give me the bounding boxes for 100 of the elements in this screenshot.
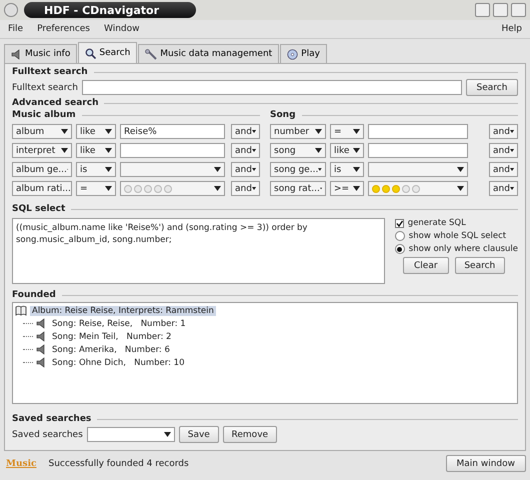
radio-label: show only where clausule bbox=[408, 244, 518, 254]
caret-icon bbox=[510, 167, 514, 172]
caret-icon bbox=[252, 186, 256, 191]
tree-item[interactable]: Album: Reise Reise, Interprets: Rammstein bbox=[30, 306, 216, 316]
search-button[interactable]: Search bbox=[454, 257, 505, 274]
operator-dropdown[interactable]: = bbox=[76, 181, 116, 196]
rating-dropdown[interactable] bbox=[120, 181, 225, 196]
conjunction-dropdown[interactable]: and bbox=[489, 124, 518, 139]
status-message: Successfully founded 4 records bbox=[48, 458, 189, 468]
operator-dropdown[interactable]: like bbox=[76, 124, 116, 139]
operator-dropdown[interactable]: = bbox=[330, 124, 364, 139]
window-title: HDF - CDnavigator bbox=[24, 2, 196, 18]
clear-button[interactable]: Clear bbox=[402, 257, 449, 274]
caret-icon bbox=[353, 129, 360, 134]
field-dropdown[interactable]: interpret bbox=[12, 143, 72, 158]
main-window-button[interactable]: Main window bbox=[446, 455, 526, 472]
speaker-icon bbox=[36, 357, 47, 368]
caret-icon bbox=[105, 167, 112, 172]
minimize-button[interactable] bbox=[475, 3, 490, 17]
remove-button[interactable]: Remove bbox=[222, 426, 277, 443]
caret-icon bbox=[353, 186, 360, 191]
caret-icon bbox=[510, 186, 514, 191]
radio-button[interactable] bbox=[394, 244, 405, 254]
window-menu-button[interactable] bbox=[4, 3, 18, 17]
disc-icon bbox=[287, 48, 298, 60]
radio-label: show whole SQL select bbox=[408, 231, 506, 241]
menu-item[interactable]: Window bbox=[104, 24, 140, 34]
conjunction-dropdown[interactable]: and bbox=[489, 162, 518, 177]
caret-icon bbox=[510, 129, 514, 134]
maximize-button[interactable] bbox=[493, 3, 508, 17]
value-dropdown[interactable] bbox=[368, 162, 468, 177]
field-label: Saved searches bbox=[12, 430, 83, 440]
caret-icon bbox=[61, 148, 68, 153]
tree-item[interactable]: Song: Reise, Reise, Number: 1 bbox=[50, 318, 188, 328]
field-dropdown[interactable]: song bbox=[270, 143, 326, 158]
field-dropdown[interactable]: number bbox=[270, 124, 326, 139]
value-field[interactable] bbox=[368, 124, 468, 139]
value-field[interactable] bbox=[368, 143, 468, 158]
tree-item[interactable]: Song: Mein Teil, Number: 2 bbox=[50, 332, 174, 342]
tree-item[interactable]: Song: Amerika, Number: 6 bbox=[50, 344, 172, 354]
caret-icon bbox=[164, 432, 171, 437]
field-dropdown[interactable]: song rat... bbox=[270, 181, 326, 196]
operator-dropdown[interactable]: is bbox=[330, 162, 364, 177]
caret-icon bbox=[315, 129, 322, 134]
value-field[interactable] bbox=[120, 143, 225, 158]
field-label: Fulltext search bbox=[12, 82, 78, 92]
caret-icon bbox=[252, 129, 256, 134]
caret-icon bbox=[353, 148, 360, 153]
generate-sql-checkbox[interactable] bbox=[394, 218, 404, 228]
caret-icon bbox=[510, 148, 514, 153]
conjunction-dropdown[interactable]: and bbox=[231, 181, 260, 196]
speaker-icon bbox=[36, 344, 47, 355]
tab[interactable]: Search bbox=[78, 42, 138, 63]
menu-item[interactable]: File bbox=[8, 24, 24, 34]
section-heading: Fulltext search bbox=[12, 67, 88, 77]
caret-icon bbox=[214, 167, 221, 172]
caret-icon bbox=[353, 167, 360, 172]
conjunction-dropdown[interactable]: and bbox=[489, 181, 518, 196]
search-button[interactable]: Search bbox=[466, 79, 518, 96]
fulltext-search-field[interactable] bbox=[82, 80, 462, 95]
wrench-icon bbox=[145, 48, 158, 60]
caret-icon bbox=[105, 129, 112, 134]
tab[interactable]: Music data management bbox=[138, 44, 280, 63]
field-dropdown[interactable]: album bbox=[12, 124, 72, 139]
sql-text-area[interactable]: ((music_album.name like 'Reise%') and (song.rating >= 3)) order by song.music_album_id, song.number; bbox=[12, 218, 385, 284]
caret-icon bbox=[105, 186, 112, 191]
operator-dropdown[interactable]: >= bbox=[330, 181, 364, 196]
conjunction-dropdown[interactable]: and bbox=[231, 162, 260, 177]
rating-dropdown[interactable] bbox=[368, 181, 468, 196]
tab[interactable]: Music info bbox=[4, 44, 78, 63]
save-button[interactable]: Save bbox=[178, 426, 219, 443]
group-heading: Music album bbox=[12, 110, 76, 120]
conjunction-dropdown[interactable]: and bbox=[489, 143, 518, 158]
field-dropdown[interactable]: album ge... bbox=[12, 162, 72, 177]
search-icon bbox=[85, 48, 96, 58]
book-icon bbox=[15, 305, 27, 316]
operator-dropdown[interactable]: like bbox=[76, 143, 116, 158]
field-dropdown[interactable]: album rati... bbox=[12, 181, 72, 196]
speaker-icon bbox=[36, 331, 47, 342]
caret-icon bbox=[457, 186, 464, 191]
operator-dropdown[interactable]: is bbox=[76, 162, 116, 177]
caret-icon bbox=[61, 129, 68, 134]
caret-icon bbox=[105, 148, 112, 153]
operator-dropdown[interactable]: like bbox=[330, 143, 364, 158]
menu-item[interactable]: Preferences bbox=[37, 24, 90, 34]
close-button[interactable] bbox=[511, 3, 526, 17]
value-dropdown[interactable] bbox=[120, 162, 225, 177]
conjunction-dropdown[interactable]: and bbox=[231, 143, 260, 158]
field-dropdown[interactable]: song ge... bbox=[270, 162, 326, 177]
group-heading: Song bbox=[270, 110, 296, 120]
radio-button[interactable] bbox=[394, 231, 405, 241]
menu-item[interactable]: Help bbox=[501, 24, 522, 34]
tab[interactable]: Play bbox=[280, 44, 327, 63]
saved-searches-dropdown[interactable] bbox=[86, 427, 175, 442]
speaker-icon bbox=[36, 318, 47, 329]
value-field[interactable]: Reise% bbox=[120, 124, 225, 139]
tree-item[interactable]: Song: Ohne Dich, Number: 10 bbox=[50, 358, 186, 368]
caret-icon bbox=[214, 186, 221, 191]
section-heading: SQL select bbox=[12, 204, 66, 214]
conjunction-dropdown[interactable]: and bbox=[231, 124, 260, 139]
